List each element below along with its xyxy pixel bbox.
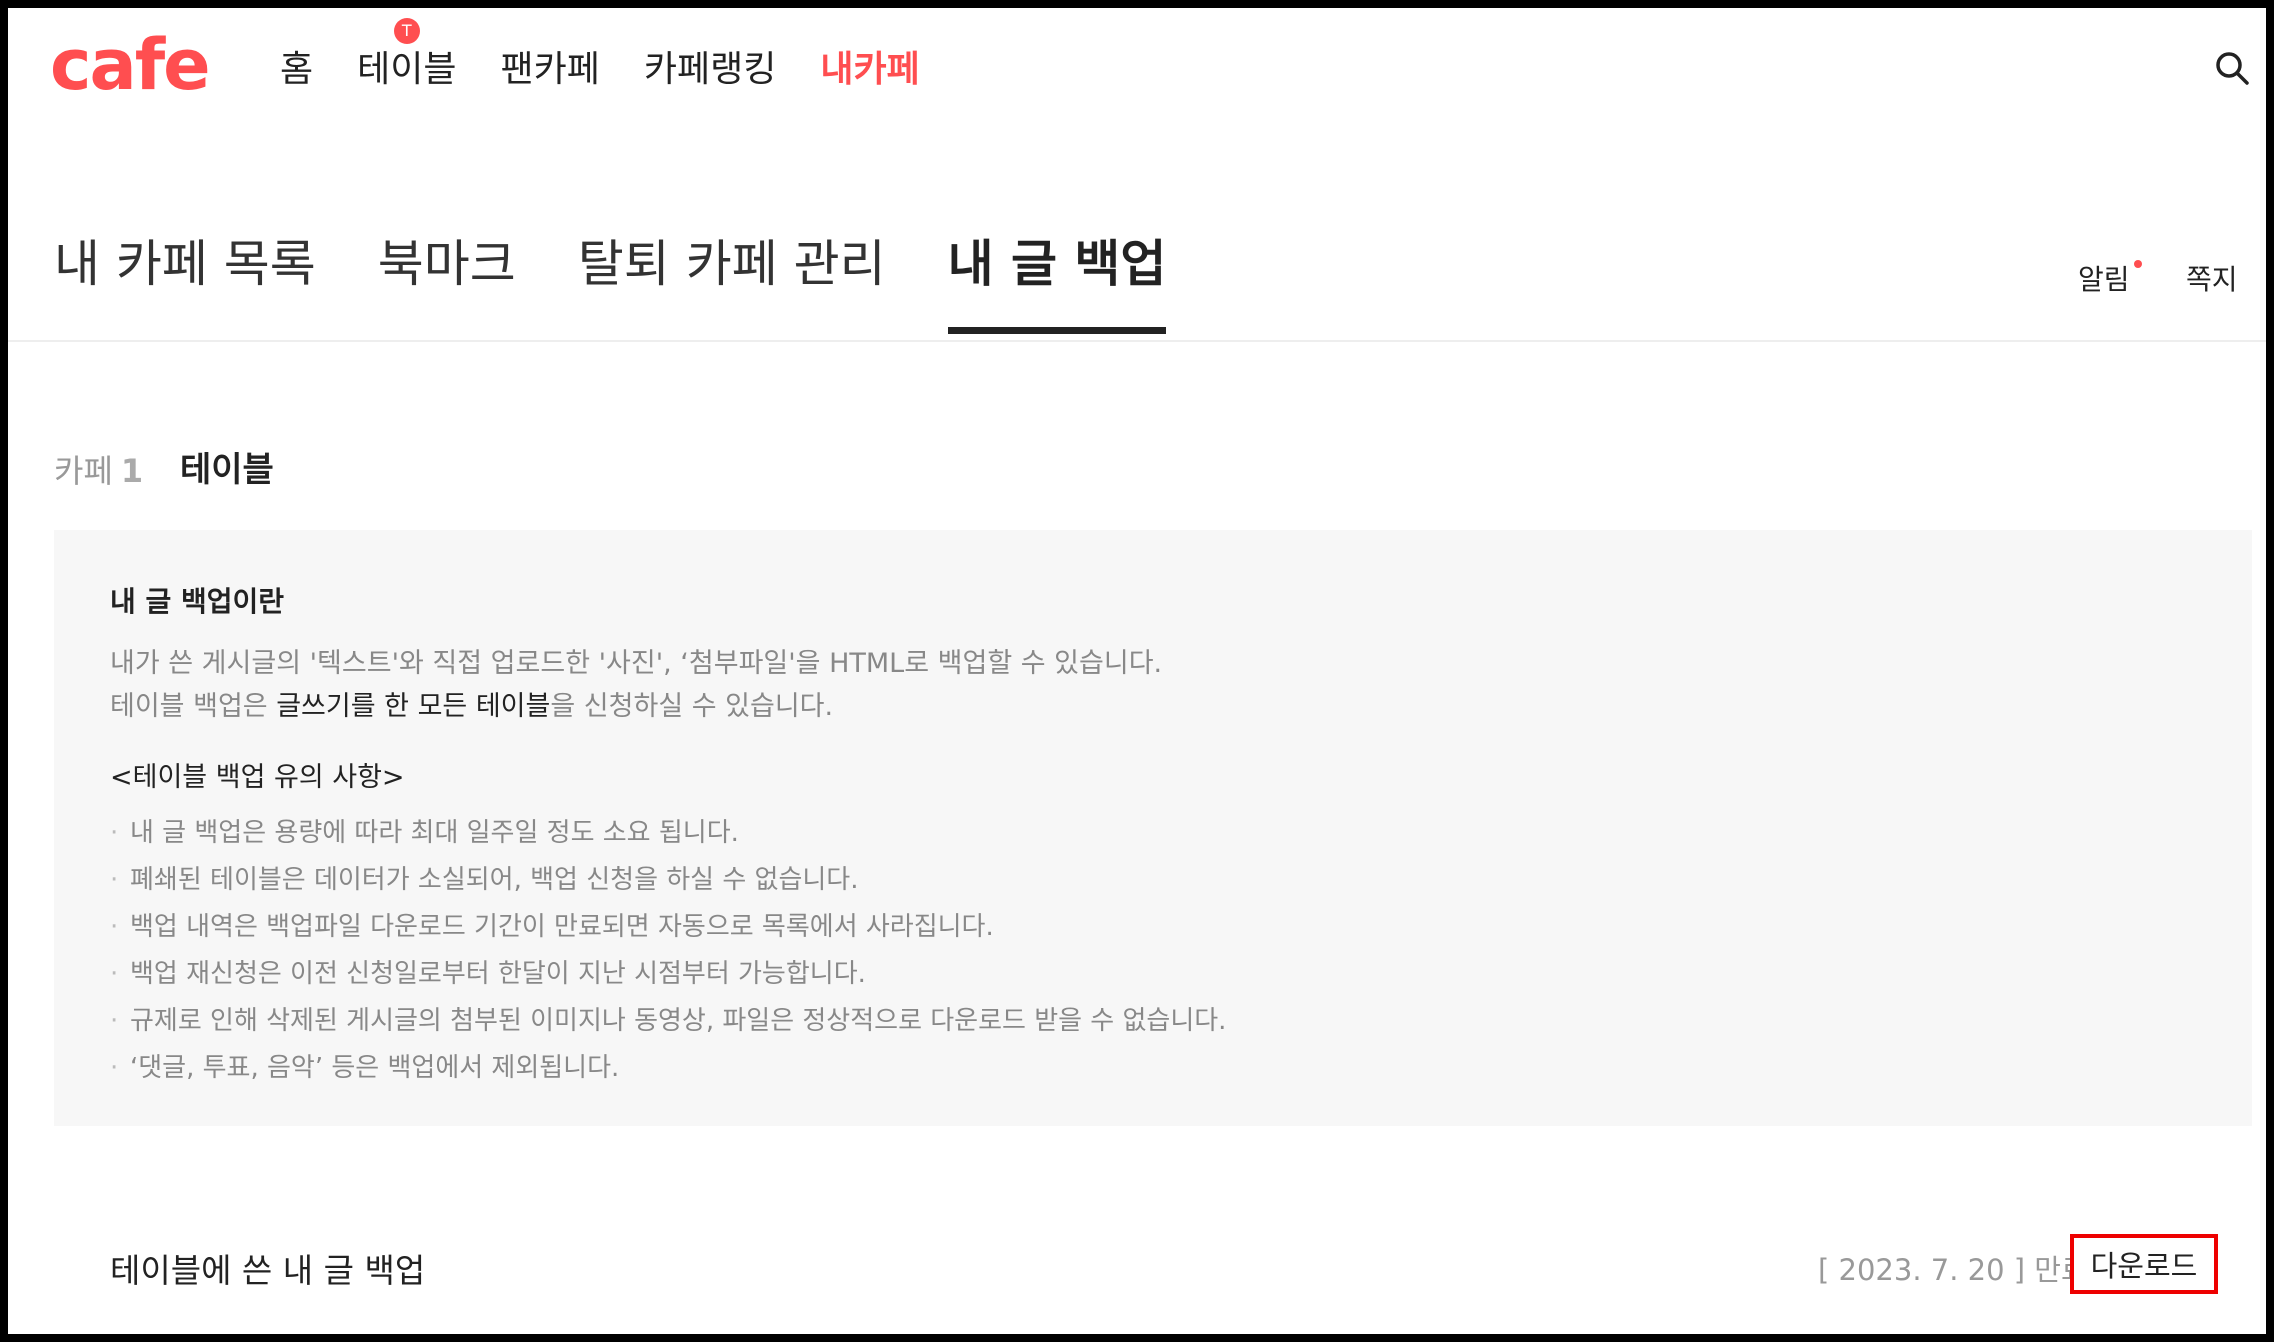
global-nav: 홈 T 테이블 팬카페 카페랭킹 내카페 — [280, 18, 920, 92]
info-desc-line1: 내가 쓴 게시글의 '텍스트'와 직접 업로드한 '사진', ‘첨부파일'을 H… — [110, 648, 1163, 679]
desc-suffix: 을 신청하실 수 있습니다. — [550, 691, 834, 722]
list-item: 내 글 백업은 용량에 따라 최대 일주일 정도 소요 됩니다. — [110, 810, 2196, 857]
tab-my-post-backup[interactable]: 내 글 백업 — [947, 230, 1166, 334]
nav-home[interactable]: 홈 — [280, 48, 313, 92]
search-icon[interactable] — [2214, 50, 2250, 86]
backup-title: 테이블에 쓴 내 글 백업 — [110, 1251, 426, 1290]
cafe-count: 카페 1 — [54, 446, 143, 492]
message-link[interactable]: 쪽지 — [2186, 258, 2238, 298]
tab-left-cafe-manage[interactable]: 탈퇴 카페 관리 — [578, 230, 886, 334]
cafe-count-label: 카페 — [54, 452, 113, 490]
nav-fancafe[interactable]: 팬카페 — [501, 48, 600, 92]
expire-date: [ 2023. 7. 20 ] 만료 — [1818, 1253, 2088, 1287]
download-button[interactable]: 다운로드 — [2070, 1234, 2218, 1294]
table-badge-icon: T — [393, 18, 420, 44]
list-item: 규제로 인해 삭제된 게시글의 첨부된 이미지나 동영상, 파일은 정상적으로 … — [110, 998, 2196, 1045]
notice-list: 내 글 백업은 용량에 따라 최대 일주일 정도 소요 됩니다. 폐쇄된 테이블… — [110, 810, 2196, 1092]
nav-table[interactable]: T 테이블 — [357, 18, 457, 92]
cafe-logo[interactable]: cafe — [50, 30, 211, 100]
nav-cafe-ranking[interactable]: 카페랭킹 — [644, 48, 776, 92]
tab-bookmark[interactable]: 북마크 — [378, 230, 516, 334]
nav-my-cafe[interactable]: 내카페 — [820, 48, 919, 92]
notice-label: 알림 — [2078, 263, 2130, 296]
info-desc-line2: 테이블 백업은 글쓰기를 한 모든 테이블을 신청하실 수 있습니다. — [110, 685, 2196, 728]
list-item: 백업 재신청은 이전 신청일로부터 한달이 지난 시점부터 가능합니다. — [110, 951, 2196, 998]
my-cafe-tabs: 내 카페 목록 북마크 탈퇴 카페 관리 내 글 백업 — [54, 230, 1166, 334]
cafe-count-number: 1 — [120, 452, 144, 490]
nav-table-label: 테이블 — [357, 49, 457, 90]
notice-title: <테이블 백업 유의 사항> — [110, 762, 405, 793]
new-dot-icon — [2133, 260, 2142, 268]
desc-prefix: 테이블 백업은 — [110, 691, 277, 722]
info-title: 내 글 백업이란 — [110, 585, 285, 618]
tab-my-cafe-list[interactable]: 내 카페 목록 — [54, 230, 316, 334]
list-item: 폐쇄된 테이블은 데이터가 소실되어, 백업 신청을 하실 수 없습니다. — [110, 857, 2196, 904]
backup-info-box: 내 글 백업이란 내가 쓴 게시글의 '텍스트'와 직접 업로드한 '사진', … — [54, 530, 2252, 1126]
notice-link[interactable]: 알림 — [2078, 258, 2142, 298]
desc-strong: 글쓰기를 한 모든 테이블 — [276, 691, 551, 722]
cafe-name[interactable]: 테이블 — [180, 442, 274, 491]
list-item: 백업 내역은 백업파일 다운로드 기간이 만료되면 자동으로 목록에서 사라집니… — [110, 904, 2196, 951]
list-item: ‘댓글, 투표, 음악’ 등은 백업에서 제외됩니다. — [110, 1045, 2196, 1092]
tab-divider — [8, 340, 2266, 342]
